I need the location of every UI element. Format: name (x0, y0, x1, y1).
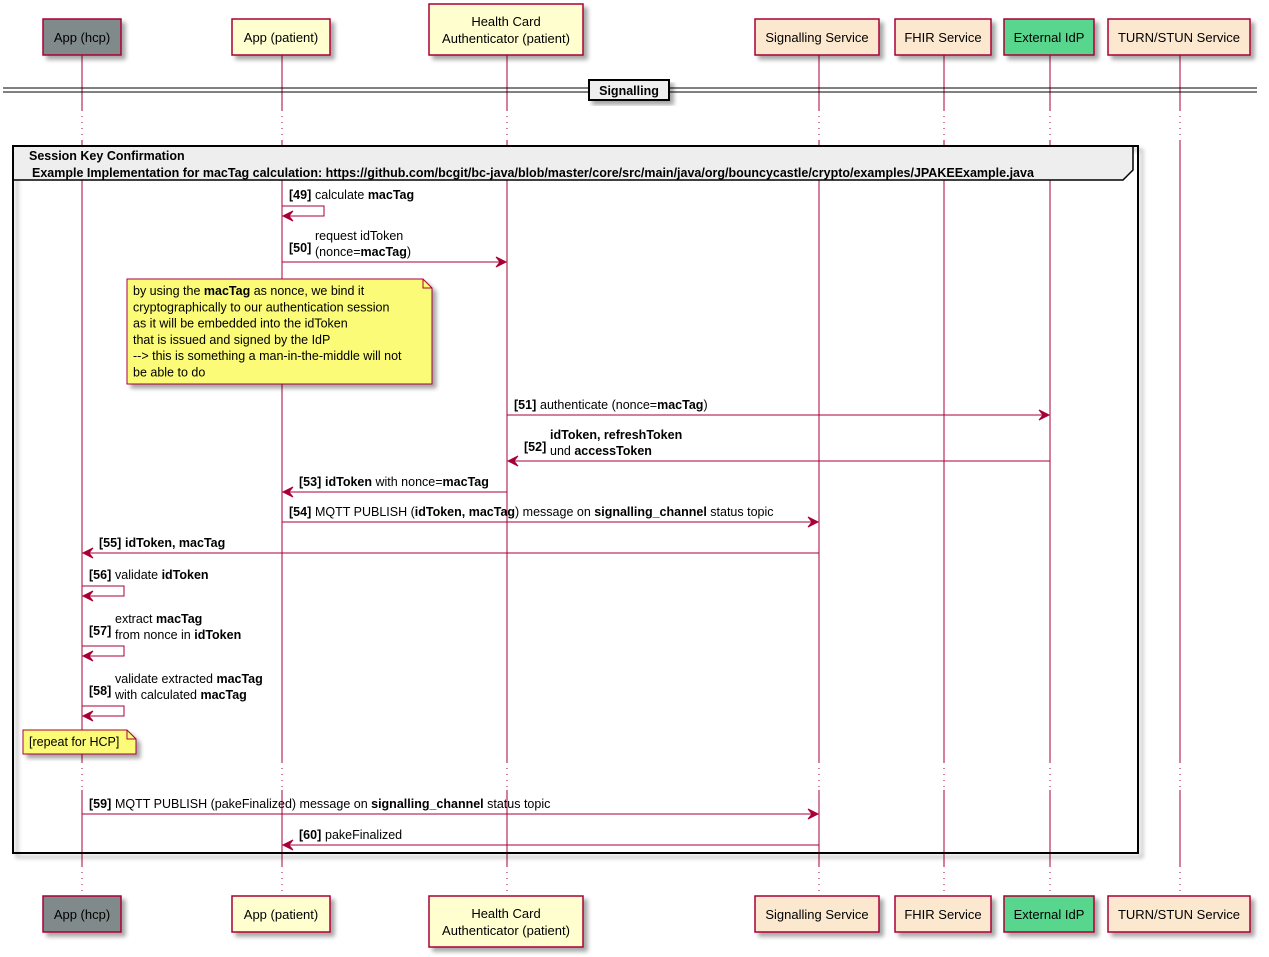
message-53: [53] idToken with nonce=macTag (281, 475, 507, 498)
group-title: Session Key Confirmation (29, 149, 185, 163)
repeat-note: [repeat for HCP] (22, 729, 137, 755)
participant-hcp-bottom[interactable]: App (hcp) (42, 895, 122, 933)
participant-label: App (hcp) (54, 30, 110, 45)
participant-idp-top[interactable]: External IdP (1003, 18, 1095, 56)
participant-idp-bottom[interactable]: External IdP (1003, 895, 1095, 933)
message-label: validate extracted macTag (115, 672, 263, 686)
sequence-diagram: Session Key Confirmation Example Implemen… (3, 3, 1257, 948)
group-box (12, 145, 1139, 854)
message-number: [56] (89, 568, 111, 582)
participant-label: Health Card (471, 906, 540, 921)
message-number: [60] (299, 828, 321, 842)
message-label: idToken with nonce=macTag (325, 475, 489, 489)
message-number: [55] (99, 536, 121, 550)
participant-label: Signalling Service (765, 907, 868, 922)
message-50: [50] request idToken (nonce=macTag) (282, 229, 508, 268)
message-label: validate idToken (115, 568, 209, 582)
message-label: und accessToken (550, 444, 652, 458)
message-label: with calculated macTag (114, 688, 247, 702)
message-label: extract macTag (115, 612, 202, 626)
message-54: [54] MQTT PUBLISH (idToken, macTag) messa… (282, 505, 820, 528)
message-52: [52] idToken, refreshToken und accessToken (506, 428, 1050, 467)
message-number: [53] (299, 475, 321, 489)
note-line: be able to do (133, 366, 205, 380)
lifelines (81, 55, 1181, 896)
message-label: idToken, refreshToken (550, 428, 682, 442)
participant-turn-bottom[interactable]: TURN/STUN Service (1107, 895, 1251, 933)
message-60: [60] pakeFinalized (281, 828, 819, 851)
participant-label: Authenticator (patient) (442, 31, 570, 46)
participant-label: App (patient) (244, 30, 318, 45)
participant-label: External IdP (1014, 907, 1085, 922)
nonce-binding-note: by using the macTag as nonce, we bind it… (126, 278, 433, 385)
participant-patient-top[interactable]: App (patient) (231, 18, 331, 56)
message-number: [59] (89, 797, 111, 811)
participant-fhir-top[interactable]: FHIR Service (894, 18, 992, 56)
group-frame: Session Key Confirmation Example Implemen… (12, 145, 1139, 854)
message-57: [57] extract macTag from nonce in idToken (81, 612, 241, 662)
participant-label: FHIR Service (904, 907, 981, 922)
participant-patient-bottom[interactable]: App (patient) (231, 895, 331, 933)
divider-label: Signalling (599, 84, 659, 98)
group-subtitle: Example Implementation for macTag calcul… (32, 166, 1035, 180)
participant-label: App (hcp) (54, 907, 110, 922)
note-line: [repeat for HCP] (29, 735, 119, 749)
signalling-divider: Signalling (3, 79, 1257, 101)
message-number: [49] (289, 188, 311, 202)
message-number: [50] (289, 241, 311, 255)
message-56: [56] validate idToken (81, 568, 209, 602)
message-label: calculate macTag (315, 188, 414, 202)
message-label: pakeFinalized (325, 828, 402, 842)
message-label: idToken, macTag (125, 536, 225, 550)
participant-label: TURN/STUN Service (1118, 30, 1240, 45)
message-number: [58] (89, 684, 111, 698)
message-59: [59] MQTT PUBLISH (pakeFinalized) message… (82, 797, 820, 820)
message-number: [54] (289, 505, 311, 519)
message-number: [51] (514, 398, 536, 412)
note-line: by using the macTag as nonce, we bind it (133, 284, 365, 298)
participant-label: Authenticator (patient) (442, 923, 570, 938)
participant-turn-top[interactable]: TURN/STUN Service (1107, 18, 1251, 56)
participant-hca-top[interactable]: Health Card Authenticator (patient) (428, 3, 584, 56)
participant-label: FHIR Service (904, 30, 981, 45)
participant-label: Health Card (471, 14, 540, 29)
message-label: request idToken (315, 229, 403, 243)
message-number: [52] (524, 440, 546, 454)
note-line: as it will be embedded into the idToken (133, 317, 348, 331)
note-line: that is issued and signed by the IdP (133, 333, 330, 347)
message-49: [49] calculate macTag (281, 188, 414, 222)
participant-signalling-top[interactable]: Signalling Service (754, 18, 880, 56)
message-label: from nonce in idToken (115, 628, 241, 642)
message-label: authenticate (nonce=macTag) (540, 398, 708, 412)
message-51: [51] authenticate (nonce=macTag) (507, 398, 1051, 421)
participant-hca-bottom[interactable]: Health Card Authenticator (patient) (428, 895, 584, 948)
message-label: MQTT PUBLISH (pakeFinalized) message on … (115, 797, 550, 811)
participant-label: App (patient) (244, 907, 318, 922)
message-label: (nonce=macTag) (315, 245, 411, 259)
participant-label: Signalling Service (765, 30, 868, 45)
message-number: [57] (89, 624, 111, 638)
participant-hcp-top[interactable]: App (hcp) (42, 18, 122, 56)
note-line: cryptographically to our authentication … (133, 300, 389, 314)
participant-fhir-bottom[interactable]: FHIR Service (894, 895, 992, 933)
participant-label: External IdP (1014, 30, 1085, 45)
message-58: [58] validate extracted macTag with calcul… (81, 672, 263, 722)
message-55: [55] idToken, macTag (81, 536, 819, 559)
note-line: --> this is something a man-in-the-middl… (133, 349, 402, 363)
message-label: MQTT PUBLISH (idToken, macTag) message o… (315, 505, 774, 519)
participant-label: TURN/STUN Service (1118, 907, 1240, 922)
participant-signalling-bottom[interactable]: Signalling Service (754, 895, 880, 933)
